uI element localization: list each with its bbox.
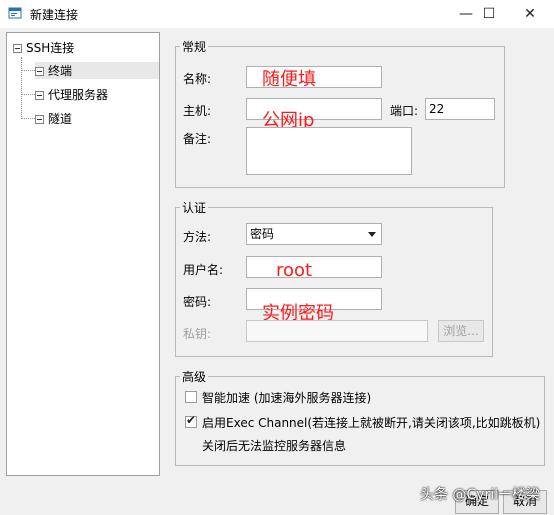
tree-connector-line — [21, 57, 22, 119]
username-input[interactable] — [246, 256, 382, 278]
exec-channel-note: 关闭后无法监控服务器信息 — [202, 439, 347, 453]
title-bar: 新建连接 — ☐ ✕ — [0, 0, 554, 28]
browse-button[interactable]: 浏览... — [438, 320, 484, 342]
note-label: 备注: — [183, 132, 212, 146]
close-button[interactable]: ✕ — [512, 0, 548, 28]
settings-tree: SSH连接 终端 代理服务器 隧道 — [6, 32, 160, 476]
accelerate-label: 智能加速 (加速海外服务器连接) — [202, 391, 372, 405]
private-key-label: 私钥: — [183, 327, 212, 341]
collapse-icon[interactable] — [35, 115, 44, 124]
method-selected-value: 密码 — [250, 227, 275, 241]
tree-item-label: 终端 — [48, 64, 73, 78]
collapse-icon[interactable] — [13, 44, 22, 53]
method-label: 方法: — [183, 230, 212, 244]
exec-channel-checkbox[interactable] — [185, 413, 197, 428]
window-title: 新建连接 — [30, 8, 79, 22]
tree-item-label: SSH连接 — [26, 41, 75, 55]
username-label: 用户名: — [183, 263, 224, 277]
collapse-icon[interactable] — [35, 67, 44, 76]
password-label: 密码: — [183, 295, 212, 309]
general-legend: 常规 — [182, 40, 207, 54]
private-key-input[interactable] — [246, 320, 428, 342]
accelerate-checkbox[interactable] — [185, 391, 197, 403]
new-connection-dialog: 新建连接 — ☐ ✕ SSH连接 终端 代理服务器 隧道 常规 名称: 随便填 … — [0, 0, 554, 515]
exec-channel-label: 启用Exec Channel(若连接上就被断开,请关闭该项,比如跳板机) — [202, 416, 541, 430]
dropdown-arrow-icon — [368, 232, 376, 237]
tree-item-tunnel[interactable]: 隧道 — [35, 110, 72, 127]
tree-item-label: 代理服务器 — [48, 88, 109, 102]
tree-item-terminal[interactable]: 终端 — [35, 62, 159, 79]
maximize-button[interactable]: ☐ — [471, 0, 507, 28]
tree-item-ssh[interactable]: SSH连接 — [13, 39, 74, 56]
tree-item-proxy[interactable]: 代理服务器 — [35, 86, 108, 103]
name-label: 名称: — [183, 72, 212, 86]
note-input[interactable] — [246, 127, 412, 175]
collapse-icon[interactable] — [35, 91, 44, 100]
advanced-legend: 高级 — [182, 370, 207, 384]
name-annotation: 随便填 — [262, 69, 316, 90]
port-input[interactable]: 22 — [425, 98, 495, 120]
watermark-text: 头条 @Cyril一楼梁 — [419, 487, 540, 503]
port-label: 端口: — [390, 104, 419, 118]
auth-legend: 认证 — [182, 201, 207, 215]
host-label: 主机: — [183, 104, 212, 118]
username-annotation: root — [276, 260, 313, 281]
method-select[interactable]: 密码 — [246, 223, 382, 245]
app-icon — [8, 7, 22, 19]
tree-item-label: 隧道 — [48, 112, 73, 126]
